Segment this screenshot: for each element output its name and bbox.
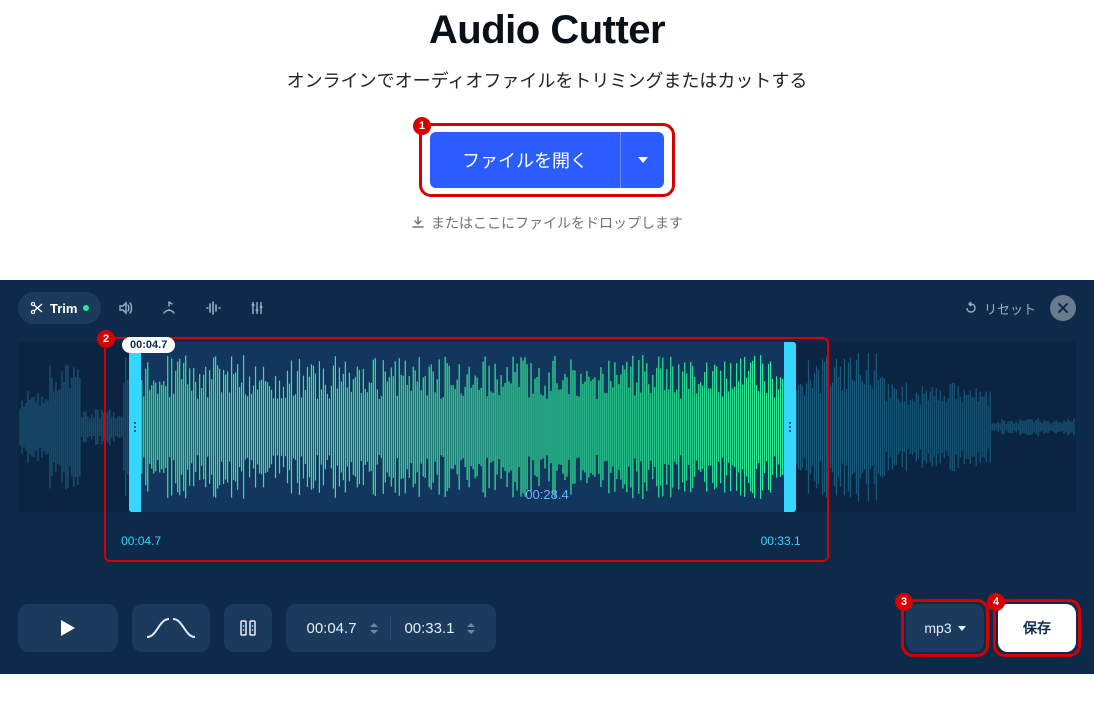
end-time-input[interactable]: 00:33.1 bbox=[404, 620, 454, 637]
separator bbox=[390, 616, 391, 640]
open-file-label[interactable]: ファイルを開く bbox=[430, 132, 620, 188]
drop-hint: またはここにファイルをドロップします bbox=[0, 213, 1094, 233]
chevron-down-icon bbox=[958, 626, 966, 631]
equalizer-tool[interactable] bbox=[237, 292, 277, 324]
open-file-dropdown[interactable] bbox=[620, 132, 664, 188]
page-subtitle: オンラインでオーディオファイルをトリミングまたはカットする bbox=[0, 67, 1094, 93]
close-icon bbox=[1057, 302, 1069, 314]
save-button[interactable]: 保存 bbox=[998, 604, 1076, 652]
bottom-bar: 00:04.7 00:33.1 3 mp3 4 保存 bbox=[18, 604, 1076, 652]
trim-handle-left[interactable] bbox=[129, 342, 141, 512]
sliders-icon bbox=[249, 300, 265, 316]
toolbar: Trim リセット bbox=[18, 292, 1076, 324]
audiowave-icon bbox=[205, 300, 221, 316]
chevron-down-icon bbox=[638, 157, 648, 163]
time-range-box[interactable]: 00:04.7 00:33.1 bbox=[286, 604, 496, 652]
open-file-button[interactable]: ファイルを開く bbox=[430, 132, 664, 188]
reset-label: リセット bbox=[984, 299, 1036, 318]
annotation-badge-1: 1 bbox=[413, 117, 431, 135]
trim-tool[interactable]: Trim bbox=[18, 292, 101, 324]
play-button[interactable] bbox=[18, 604, 118, 652]
start-time-label: 00:04.7 bbox=[121, 534, 161, 548]
page-title: Audio Cutter bbox=[0, 8, 1094, 53]
trim-handle-right[interactable] bbox=[784, 342, 796, 512]
volume-tool[interactable] bbox=[105, 292, 145, 324]
speed-icon bbox=[161, 300, 177, 316]
tooltip-time: 00:04.7 bbox=[122, 337, 175, 353]
format-dropdown[interactable]: mp3 bbox=[906, 604, 984, 652]
download-icon bbox=[411, 216, 425, 230]
fade-icon bbox=[145, 615, 197, 641]
pitch-tool[interactable] bbox=[193, 292, 233, 324]
scissors-icon bbox=[30, 301, 44, 315]
waveform-area: 2 00:04.7 placeholder 00:28.4 00:04.7 00… bbox=[18, 342, 1076, 512]
split-icon bbox=[238, 618, 258, 638]
editor-panel: Trim リセット 2 00:04.7 bbox=[0, 280, 1094, 674]
speed-tool[interactable] bbox=[149, 292, 189, 324]
drop-hint-text: またはここにファイルをドロップします bbox=[431, 213, 683, 233]
split-button[interactable] bbox=[224, 604, 272, 652]
end-time-label: 00:33.1 bbox=[761, 534, 801, 548]
close-button[interactable] bbox=[1050, 295, 1076, 321]
reset-button[interactable]: リセット bbox=[964, 299, 1036, 318]
waveform-canvas[interactable]: placeholder 00:28.4 bbox=[18, 342, 1076, 512]
annotation-box-1: 1 ファイルを開く bbox=[419, 123, 675, 197]
trim-label: Trim bbox=[50, 301, 77, 316]
end-stepper[interactable] bbox=[467, 623, 475, 634]
fade-button[interactable] bbox=[132, 604, 210, 652]
undo-icon bbox=[964, 301, 978, 315]
start-stepper[interactable] bbox=[370, 623, 378, 634]
play-icon bbox=[61, 620, 75, 636]
format-label: mp3 bbox=[924, 620, 951, 636]
center-time: 00:28.4 bbox=[18, 487, 1076, 502]
volume-icon bbox=[117, 300, 133, 316]
start-time-input[interactable]: 00:04.7 bbox=[306, 620, 356, 637]
active-dot-icon bbox=[83, 305, 89, 311]
